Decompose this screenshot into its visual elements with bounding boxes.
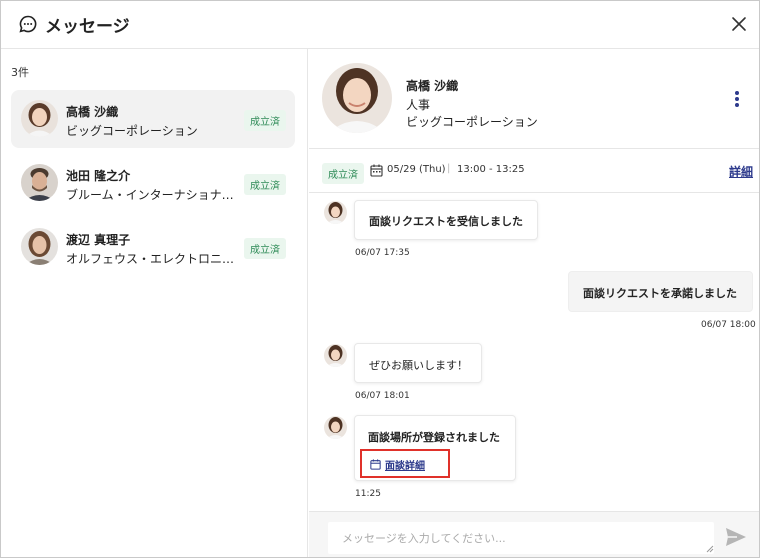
message-input[interactable]: [328, 522, 714, 554]
avatar: [324, 344, 347, 367]
status-badge: 成立済: [322, 163, 364, 184]
avatar: [21, 228, 58, 265]
profile-department: 人事: [406, 98, 431, 112]
avatar: [322, 63, 392, 133]
message-bubble: 面談場所が登録されました 面談詳細: [354, 415, 516, 481]
message-timestamp: 06/07 18:01: [355, 391, 410, 401]
avatar: [324, 201, 347, 224]
status-badge: 成立済: [244, 238, 286, 259]
meeting-detail-link[interactable]: 詳細: [729, 163, 753, 180]
conversation-list: 3件 高橋 沙織 ビッグコーポレーション 成立済 池田 隆之介 ブルーム・インタ…: [1, 49, 308, 557]
status-badge: 成立済: [244, 174, 286, 195]
message-timestamp: 06/07 17:35: [355, 248, 410, 258]
close-icon[interactable]: [728, 13, 750, 35]
resize-handle-icon[interactable]: [706, 545, 714, 553]
conversation-company: ビッグコーポレーション: [66, 124, 198, 138]
meeting-time: 13:00 - 13:25: [457, 164, 525, 175]
messages-dialog: メッセージ 3件 高橋 沙織 ビッグコーポレーション 成立済 池田 隆之介 ブル…: [0, 0, 760, 558]
calendar-icon: [370, 164, 383, 177]
conversation-company: ブルーム・インターナショナル…: [66, 188, 238, 202]
status-badge: 成立済: [244, 110, 286, 131]
profile-name: 高橋 沙織: [406, 79, 459, 93]
avatar: [324, 416, 347, 439]
message-composer: [309, 511, 759, 557]
dialog-title: メッセージ: [45, 17, 130, 37]
conversation-company: オルフェウス・エレクトロニク…: [66, 252, 238, 266]
dialog-header: メッセージ: [1, 1, 759, 49]
meeting-detail-link-highlight: 面談詳細: [360, 449, 450, 478]
message-text: 面談場所が登録されました: [368, 431, 500, 444]
profile-header: 高橋 沙織 人事 ビッグコーポレーション: [309, 49, 759, 149]
avatar: [21, 100, 58, 137]
meeting-detail-link[interactable]: 面談詳細: [385, 457, 425, 472]
conversation-name: 高橋 沙織: [66, 105, 119, 119]
calendar-icon: [370, 459, 381, 470]
message-bubble: 面談リクエストを受信しました: [354, 200, 538, 240]
chat-pane: 高橋 沙織 人事 ビッグコーポレーション 成立済 05/29 (Thu) | 1…: [309, 49, 759, 557]
conversation-name: 池田 隆之介: [66, 169, 131, 183]
kebab-menu-icon[interactable]: [731, 89, 743, 109]
profile-company: ビッグコーポレーション: [406, 115, 538, 129]
meeting-date: 05/29 (Thu): [387, 164, 446, 175]
message-bubble: ぜひお願いします！: [354, 343, 482, 383]
avatar: [21, 164, 58, 201]
chat-bubble-icon: [19, 15, 37, 33]
meeting-info-bar: 成立済 05/29 (Thu) | 13:00 - 13:25 詳細: [309, 150, 759, 193]
message-timestamp: 06/07 18:00: [701, 320, 756, 330]
message-bubble: 面談リクエストを承諾しました: [568, 271, 753, 312]
send-icon[interactable]: [725, 527, 747, 547]
divider: |: [447, 163, 451, 174]
conversation-count: 3件: [11, 66, 29, 79]
conversation-item[interactable]: 渡辺 真理子 オルフェウス・エレクトロニク… 成立済: [11, 218, 295, 276]
message-timestamp: 11:25: [355, 489, 381, 499]
conversation-item[interactable]: 高橋 沙織 ビッグコーポレーション 成立済: [11, 90, 295, 148]
conversation-name: 渡辺 真理子: [66, 233, 131, 247]
conversation-item[interactable]: 池田 隆之介 ブルーム・インターナショナル… 成立済: [11, 154, 295, 212]
